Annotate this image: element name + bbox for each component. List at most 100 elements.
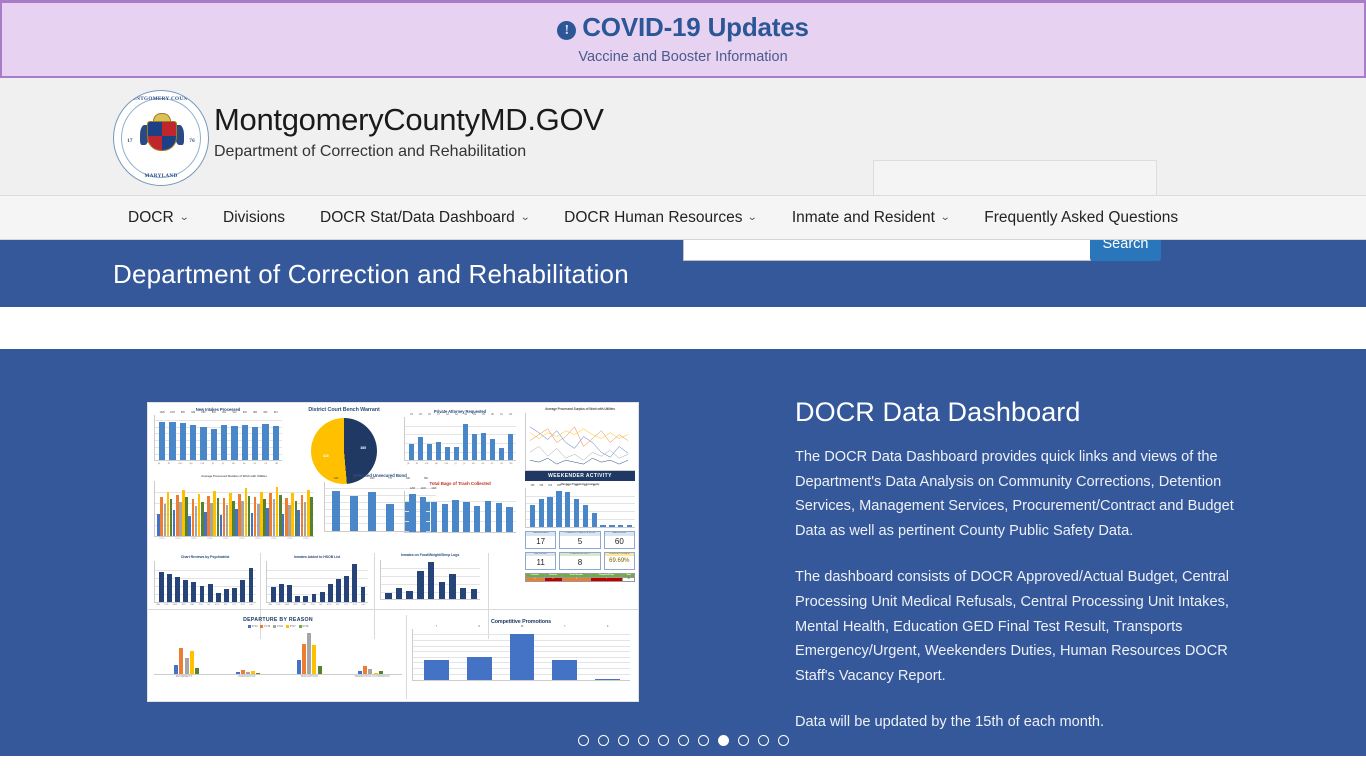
page-title: Department of Correction and Rehabilitat… [113,258,629,289]
chart-total-bags-of-trash-collected: Total Bags of Trash Collected 1298 1206 … [404,481,516,533]
hero-heading: DOCR Data Dashboard [795,397,1081,427]
site-header: MONTGOMERY COUNTY MARYLAND 17 76 Montgom… [0,78,1366,261]
chart-plot-area [525,413,635,471]
covid-banner-title-text: COVID-19 Updates [582,12,809,42]
nav-item-docr-stat-data-dashboard[interactable]: DOCR Stat/Data Dashboard ⌄ [320,208,530,228]
nav-item-divisions[interactable]: Divisions [223,208,285,228]
main-navigation: DOCR ⌄ Divisions DOCR Stat/Data Dashboar… [0,195,1366,240]
chart-plot-area: 1025 1037 985 939 880 843 951 913 933 88… [154,412,282,462]
kpi-tile: WEEKENDERS 17 [525,530,557,550]
chart-x-axis-labels: ja fe ma ap ma ju ju au se oc no de [407,462,513,466]
hero-paragraph-3: Data will be updated by the 15th of each… [795,714,1105,731]
chart-bars: 1025 1037 985 939 880 843 951 913 933 88… [157,412,281,461]
dashboard-infographic: New Intakes Processed 1025 1037 985 939 … [148,403,638,701]
carousel-dot-7[interactable] [697,735,709,746]
chart-title: Inmates Added to HSOB List [293,555,341,559]
exclamation-circle-icon: ! [557,21,577,40]
carousel-dot-1[interactable] [577,735,589,746]
carousel-dot-5[interactable] [657,735,669,746]
chart-bars: 155 195 215 255 250 200 160 95 [528,485,634,527]
site-title[interactable]: MontgomeryCountyMD.GOV [214,102,604,138]
table-cell: 2 [561,576,591,582]
kpi-value: 17 [536,537,546,547]
dashboard-preview-image[interactable]: New Intakes Processed 1025 1037 985 939 … [147,402,639,702]
nav-item-docr-human-resources[interactable]: DOCR Human Resources ⌄ [564,208,758,228]
kpi-value: 5 [577,537,583,547]
coat-of-arms-icon [140,113,184,157]
legend-item: FY15 [260,625,270,628]
table-cell: 4 [525,576,545,582]
seal-top-label: MONTGOMERY COUNTY [126,96,196,102]
nav-label: DOCR Stat/Data Dashboard [320,208,515,226]
table-row: 4 6 2 7 19 [525,576,635,582]
chart-title: Average Processed Number of Work with Ut… [201,474,267,478]
carousel-dot-2[interactable] [597,735,609,746]
content-gap [0,307,1366,349]
chart-x-axis-labels: JAN FEB MAR APR MAY JUN JUL AUG SEP OCT NOV DEC [268,604,366,607]
hero-paragraph-2: The dashboard consists of DOCR Approved/… [795,569,1229,684]
nav-label: DOCR Human Resources [564,208,743,226]
table-cell: 6 [543,576,563,582]
chart-inmates-added-to-hsob-list: Inmates Added to HSOB List JAN FEB MAR A… [266,555,368,606]
covid-alert-banner[interactable]: ! COVID-19 Updates Vaccine and Booster In… [0,0,1366,78]
chart-x-axis-labels: ja fe ma ap ma ju ju au se oc no de [157,462,278,466]
carousel-dot-4[interactable] [637,735,649,746]
hero-text-panel: DOCR Data Dashboard The DOCR Data Dashbo… [795,395,1255,735]
chart-bars [269,561,367,603]
panel-divider [148,609,638,610]
carousel-dot-8[interactable] [717,735,729,746]
covid-banner-title: ! COVID-19 Updates [2,12,1364,42]
chart-title: Chart Reviews by Psychiatrist [180,555,230,559]
chart-title: Total Bags of Trash Collected [429,481,491,486]
nav-item-docr[interactable]: DOCR ⌄ [128,208,189,228]
chart-bars: 1298 1206 1025 [407,488,515,532]
county-seal-logo[interactable]: MONTGOMERY COUNTY MARYLAND 17 76 [113,90,209,186]
legend-item: FY18 [298,625,308,628]
chart-title: Inmates on Food/Weight/Sleep Logs [400,553,460,557]
chevron-down-icon: ⌄ [939,211,951,223]
kpi-tile: MAN HOURS 60 [603,530,635,550]
chart-title: Average Processed Surplus of Work with U… [545,407,615,411]
kpi-tile: COMMUNITY SERVICE SITES 5 [558,530,602,550]
site-subtitle: Department of Correction and Rehabilitat… [214,143,527,160]
chart-bars: 7 8 16 7 0 [415,626,629,680]
chart-title: DEPARTURE BY REASON [243,617,313,623]
chart-plot-area [154,480,314,537]
carousel-dot-11[interactable] [777,735,789,746]
legend-item: FY17 [285,625,296,628]
chart-new-intakes-processed: New Intakes Processed 1025 1037 985 939 … [154,407,282,465]
carousel-pagination [0,735,1366,746]
weekender-activity-header: WEEKENDER ACTIVITY [525,471,635,481]
shield-quadrant-3 [148,136,162,150]
chart-departure-by-reason: DEPARTURE BY REASON FY14 FY15 FY16 FY17 … [154,617,402,678]
nav-item-inmate-and-resident[interactable]: Inmate and Resident ⌄ [792,208,951,228]
hero-carousel: New Intakes Processed 1025 1037 985 939 … [0,349,1366,756]
chart-x-axis-labels: JAN FEB MAR APR MAY JUN JUL AUG SEP OCT NOV DEC [156,604,254,607]
shield-quadrant-1 [148,122,162,136]
chart-inmates-on-food-weight-sleep-logs: Inmates on Food/Weight/Sleep Logs [380,553,480,601]
header-utility-box [873,160,1157,200]
chart-average-processed-line: Average Processed Surplus of Work with U… [525,407,635,475]
carousel-dot-9[interactable] [737,735,749,746]
shield-body [147,121,177,151]
nav-item-frequently-asked-questions[interactable]: Frequently Asked Questions [984,208,1178,228]
chart-private-attorney-requested: Private Attorney Requested 15 22 15 17 1… [404,409,516,465]
chart-bars [157,481,313,536]
panel-weekender-activity: WEEKENDER ACTIVITY Man hour Provided to … [525,471,635,582]
kpi-tile: REPORTED 11 [525,551,557,570]
kpi-tile: COMPLETED DUTY 8 [558,551,602,570]
pie-slice-label: 419 [323,453,329,458]
chart-bars: 15 22 15 17 12 12 34 24 25 20 11 24 [407,414,515,461]
chart-bars [383,560,479,600]
nav-label: Divisions [223,208,286,226]
chart-plot-area [266,561,368,604]
nav-label: DOCR [128,208,174,226]
chart-plot-area [154,561,256,604]
chart-bars [157,561,255,603]
chart-plot-area [380,560,480,601]
shield-quadrant-2 [162,122,176,136]
carousel-dot-10[interactable] [757,735,769,746]
carousel-dot-6[interactable] [677,735,689,746]
carousel-dot-3[interactable] [617,735,629,746]
table-cell: 19 [622,576,635,582]
